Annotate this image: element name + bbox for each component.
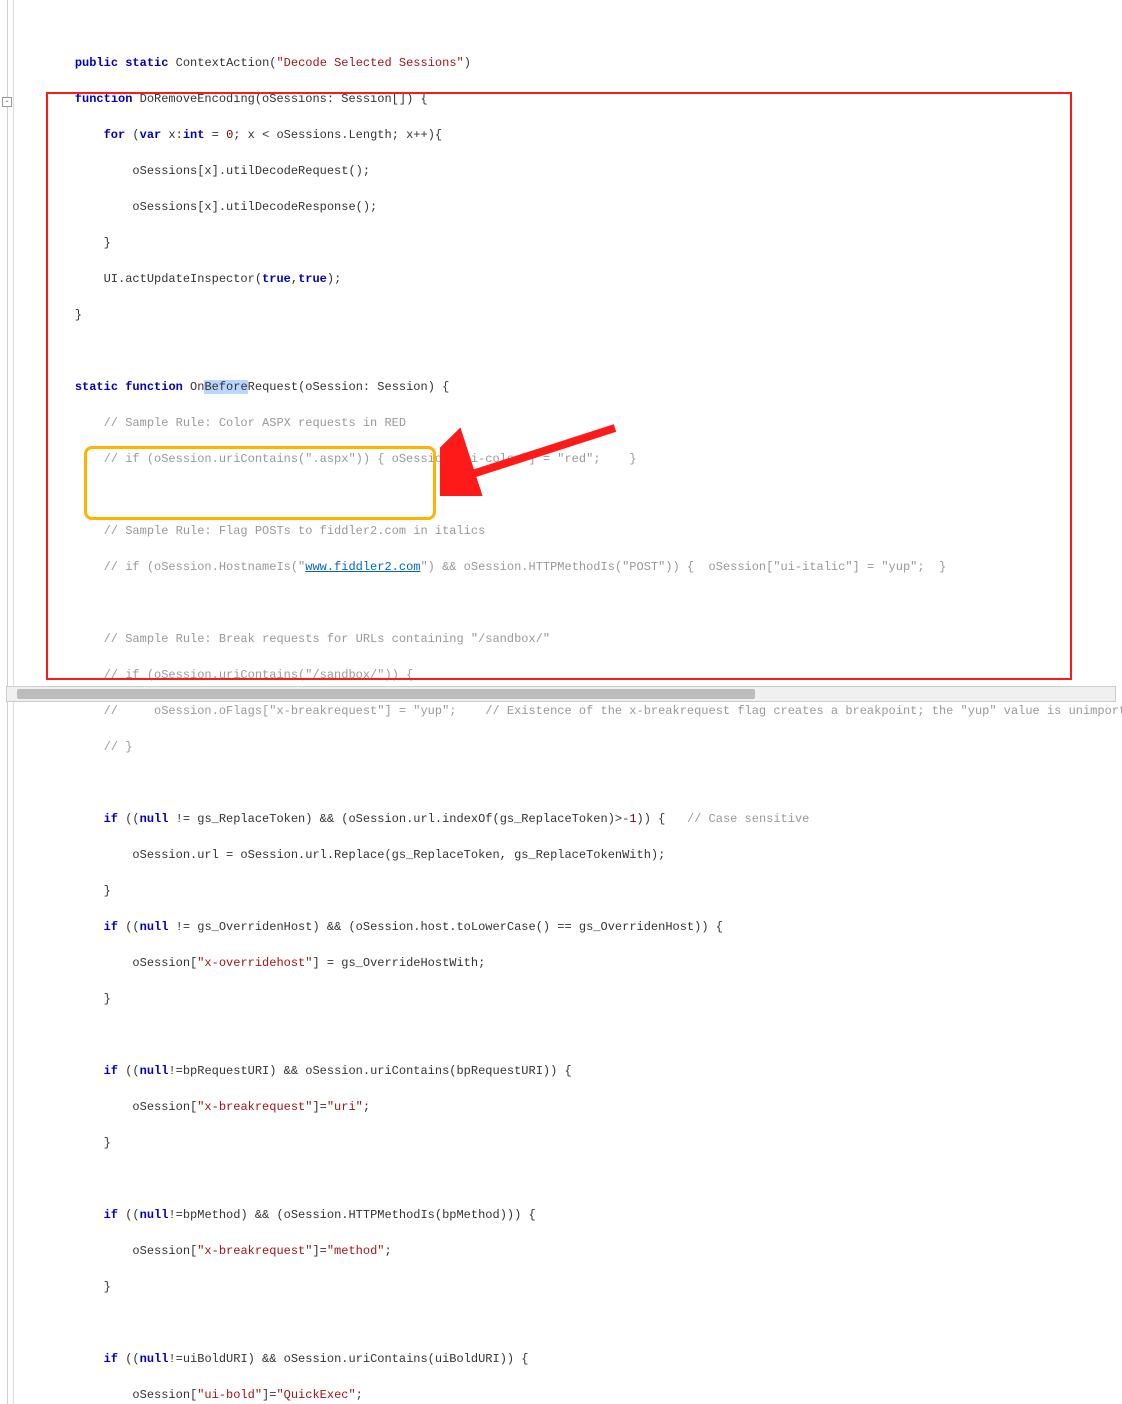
horizontal-scrollbar[interactable] — [6, 686, 1116, 702]
scrollbar-thumb[interactable] — [17, 689, 755, 699]
code-content[interactable]: public static ContextAction("Decode Sele… — [18, 36, 1122, 1404]
fold-toggle[interactable]: - — [2, 97, 12, 107]
selection: Before — [204, 380, 247, 394]
gutter: - — [0, 0, 14, 1404]
code-editor[interactable]: - public static ContextAction("Decode Se… — [0, 0, 1122, 1404]
link-fiddler2[interactable]: www.fiddler2.com — [305, 560, 420, 574]
